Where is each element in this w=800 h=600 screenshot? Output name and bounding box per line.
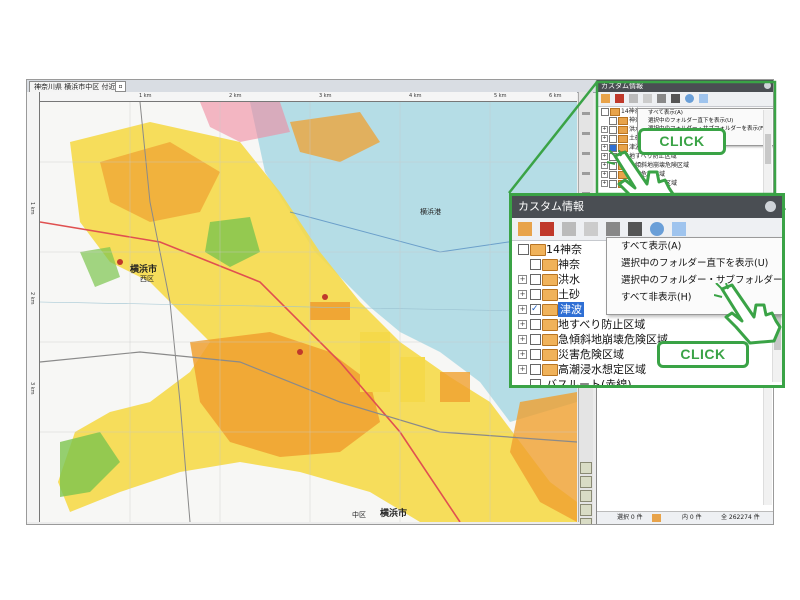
visibility-menu-icon[interactable] (699, 94, 708, 103)
click-callout-bottom: CLICK (657, 341, 749, 368)
panel-header: カスタム情報 (597, 80, 773, 92)
panel-title: カスタム情報 (518, 200, 584, 213)
scale-label: 5 km (494, 93, 507, 99)
status-selected: 選択 0 件 (617, 514, 643, 521)
tree-row-label: 洪水 (558, 273, 580, 286)
map-canvas (40, 102, 577, 522)
tree-row-label: バスルート(赤線) (546, 378, 632, 388)
tree-row-label: 急傾斜地崩壊危険区域 (558, 333, 668, 346)
visibility-menu-icon[interactable] (672, 222, 686, 236)
horizontal-ruler: 1 km 2 km 3 km 4 km 5 km 6 km (39, 92, 577, 102)
menu-item-show-direct[interactable]: 選択中のフォルダー直下を表示(U) (607, 255, 782, 272)
folder-icon[interactable] (518, 222, 532, 236)
menu-item-show-direct[interactable]: 選択中のフォルダー直下を表示(U) (638, 117, 773, 125)
map-view-controls (580, 462, 592, 524)
folder-icon[interactable] (601, 94, 610, 103)
status-total: 全 262274 件 (721, 514, 760, 521)
panel-title: カスタム情報 (601, 82, 643, 90)
id-icon[interactable] (657, 94, 666, 103)
undo-icon[interactable] (562, 222, 576, 236)
refresh-icon[interactable] (650, 222, 664, 236)
checkbox-checked[interactable] (530, 302, 541, 317)
tree-row-label: 災害危険区域 (558, 348, 624, 361)
tree-row-label: 地すべり防止区域 (558, 318, 646, 331)
grid-icon[interactable] (580, 476, 592, 488)
folder-icon (652, 514, 661, 522)
tree-row-label: 土砂 (558, 288, 580, 301)
panel-header: カスタム情報 (512, 196, 782, 218)
hand-pointer-icon (714, 283, 782, 345)
map-label: 中区 (352, 511, 366, 519)
layer-icon[interactable] (580, 462, 592, 474)
scale-label: 1 km (29, 202, 35, 215)
delete-folder-icon[interactable] (615, 94, 624, 103)
vertical-ruler: 1 km 2 km 3 km (27, 92, 40, 522)
scale-label: 3 km (29, 382, 35, 395)
map-label: 横浜市 (380, 509, 408, 519)
panel-toolbar (597, 92, 773, 107)
delete-folder-icon[interactable] (540, 222, 554, 236)
tree-row-label: 津波 (558, 302, 584, 317)
tag-icon[interactable] (671, 94, 680, 103)
grid-icon[interactable] (580, 518, 592, 524)
scale-label: 2 km (229, 93, 242, 99)
redo-icon[interactable] (584, 222, 598, 236)
map-label: 横浜港 (420, 208, 441, 216)
menu-item-show-all[interactable]: すべて表示(A) (607, 238, 782, 255)
refresh-icon[interactable] (685, 94, 694, 103)
tag-icon[interactable] (628, 222, 642, 236)
scale-label: 3 km (319, 93, 332, 99)
undo-icon[interactable] (629, 94, 638, 103)
redo-icon[interactable] (643, 94, 652, 103)
tree-row-label: 神奈 (558, 258, 580, 271)
close-icon[interactable] (764, 82, 771, 89)
tree-row-label: 14神奈 (546, 243, 582, 256)
scale-label: 2 km (29, 292, 35, 305)
hazard-map[interactable]: 横浜市 西区 横浜港 横浜市 中区 (40, 102, 577, 522)
grid-icon[interactable] (580, 490, 592, 502)
panel-status-bar: 選択 0 件 内 0 件 全 262274 件 (597, 511, 773, 524)
close-icon[interactable] (765, 201, 776, 212)
tree-row[interactable]: バスルート(赤線) (512, 377, 782, 388)
menu-item-show-all[interactable]: すべて表示(A) (638, 109, 773, 117)
new-tab-icon[interactable]: ▫ (115, 81, 126, 92)
scale-label: 1 km (139, 93, 152, 99)
grid-icon[interactable] (580, 504, 592, 516)
id-icon[interactable] (606, 222, 620, 236)
scale-label: 4 km (409, 93, 422, 99)
tree-row-label: 高潮浸水想定区域 (558, 363, 646, 376)
map-label: 西区 (140, 275, 154, 283)
status-inner: 内 0 件 (682, 514, 702, 521)
scale-label: 6 km (549, 93, 562, 99)
